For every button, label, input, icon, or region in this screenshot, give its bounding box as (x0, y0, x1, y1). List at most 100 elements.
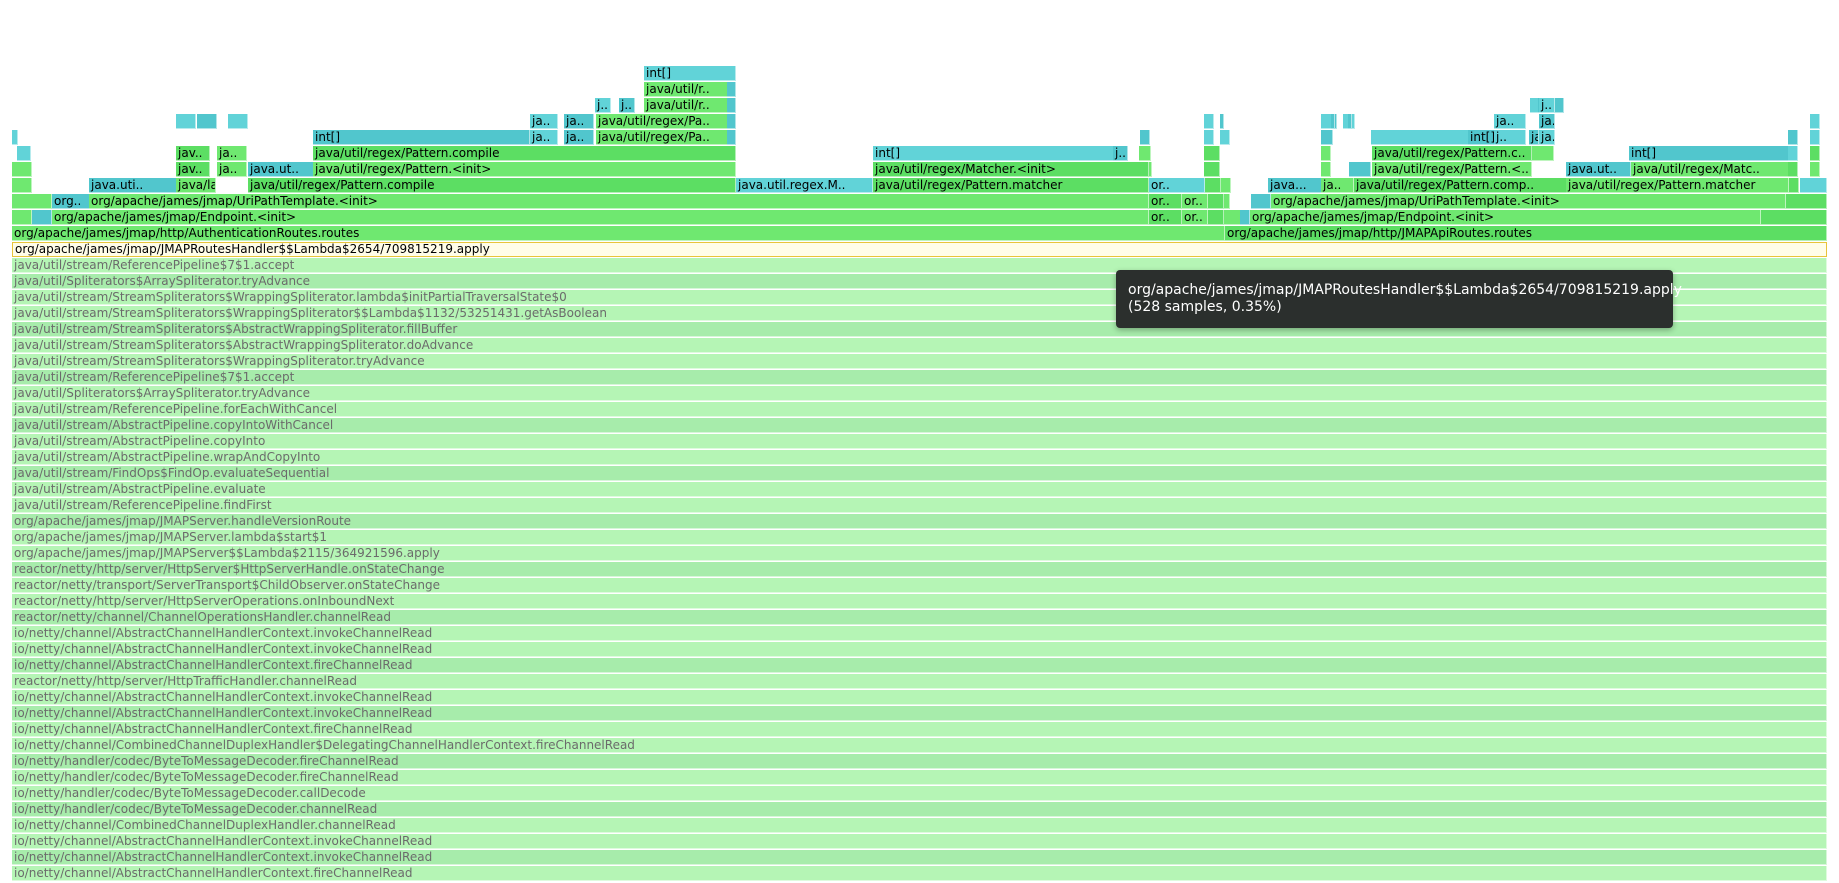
stack-frame-unlabeled[interactable] (1321, 146, 1331, 161)
base-stack-frame[interactable]: java/util/stream/AbstractPipeline.evalua… (12, 482, 1827, 497)
base-stack-frame[interactable]: io/netty/channel/AbstractChannelHandlerC… (12, 706, 1827, 721)
stack-frame-java-lan[interactable]: java/lan.. (176, 178, 216, 193)
base-stack-frame[interactable]: io/netty/handler/codec/ByteToMessageDeco… (12, 786, 1827, 801)
base-stack-frame[interactable]: reactor/netty/http/server/HttpTrafficHan… (12, 674, 1827, 689)
stack-frame-or[interactable]: or.. (1149, 210, 1182, 225)
stack-frame-ja[interactable]: ja.. (217, 146, 247, 161)
base-stack-frame[interactable]: org/apache/james/jmap/JMAPServer$$Lambda… (12, 546, 1827, 561)
stack-frame-org-apache-james-jmap-http-authenticationroutes-routes[interactable]: org/apache/james/jmap/http/Authenticatio… (12, 226, 1225, 241)
stack-frame-unlabeled[interactable] (727, 130, 736, 145)
stack-frame-java-ut[interactable]: java.ut.. (1566, 162, 1631, 177)
stack-frame-unlabeled[interactable] (1139, 146, 1151, 161)
stack-frame-org-apache-james-jmap-uripathtemplate-init[interactable]: org/apache/james/jmap/UriPathTemplate.<i… (89, 194, 1149, 209)
stack-frame-unlabeled[interactable] (197, 114, 217, 129)
base-stack-frame[interactable]: org/apache/james/jmap/JMAPServer.handleV… (12, 514, 1827, 529)
stack-frame-or[interactable]: or.. (1182, 194, 1208, 209)
stack-frame-unlabeled[interactable] (1349, 162, 1371, 177)
stack-frame-org-apache-james-jmap-jmaprouteshandler-lambda-2654-70981521[interactable]: org/apache/james/jmap/JMAPRoutesHandler$… (12, 242, 1827, 257)
stack-frame-unlabeled[interactable] (1321, 162, 1331, 177)
stack-frame-or[interactable]: or.. (1149, 178, 1205, 193)
stack-frame-int[interactable]: int[] (1468, 130, 1496, 145)
stack-frame-java-util-regex-matc[interactable]: java/util/regex/Matc.. (1631, 162, 1789, 177)
stack-frame-unlabeled[interactable] (1224, 194, 1230, 209)
stack-frame-j[interactable]: j.. (595, 98, 611, 113)
base-stack-frame[interactable]: java/util/Spliterators$ArraySpliterator.… (12, 386, 1827, 401)
stack-frame-java-util-regex-pattern-c[interactable]: java/util/regex/Pattern.c.. (1372, 146, 1532, 161)
stack-frame-unlabeled[interactable] (727, 98, 736, 113)
stack-frame-unlabeled[interactable] (32, 210, 52, 225)
stack-frame-java-util-regex-pattern[interactable]: java/util/regex/Pattern.<.. (1372, 162, 1532, 177)
stack-frame-java-util-regex-pattern-init[interactable]: java/util/regex/Pattern.<init> (313, 162, 736, 177)
stack-frame-java-util-regex-m[interactable]: java.util.regex.M.. (736, 178, 873, 193)
base-stack-frame[interactable]: io/netty/channel/AbstractChannelHandlerC… (12, 722, 1827, 737)
stack-frame-unlabeled[interactable] (1761, 210, 1827, 225)
stack-frame-unlabeled[interactable] (1220, 114, 1224, 129)
base-stack-frame[interactable]: io/netty/handler/codec/ByteToMessageDeco… (12, 802, 1827, 817)
stack-frame-java-util-regex-pattern-matcher[interactable]: java/util/regex/Pattern.matcher (1566, 178, 1789, 193)
stack-frame-unlabeled[interactable] (727, 114, 736, 129)
stack-frame-unlabeled[interactable] (1140, 130, 1150, 145)
stack-frame-unlabeled[interactable] (1371, 130, 1479, 145)
stack-frame-unlabeled[interactable] (1149, 162, 1152, 177)
stack-frame-ja[interactable]: ja.. (530, 130, 558, 145)
stack-frame-unlabeled[interactable] (1810, 146, 1820, 161)
stack-frame-unlabeled[interactable] (1348, 114, 1352, 129)
stack-frame-int[interactable]: int[] (313, 130, 530, 145)
base-stack-frame[interactable]: io/netty/channel/AbstractChannelHandlerC… (12, 690, 1827, 705)
base-stack-frame[interactable]: io/netty/handler/codec/ByteToMessageDeco… (12, 770, 1827, 785)
stack-frame-org-apache-james-jmap-endpoint-init[interactable]: org/apache/james/jmap/Endpoint.<init> (1250, 210, 1761, 225)
base-stack-frame[interactable]: java/util/stream/ReferencePipeline.forEa… (12, 402, 1827, 417)
stack-frame-unlabeled[interactable] (1204, 162, 1220, 177)
stack-frame-org-apache-james-jmap-uripathtemplate-init[interactable]: org/apache/james/jmap/UriPathTemplate.<i… (1271, 194, 1786, 209)
stack-frame-unlabeled[interactable] (1220, 130, 1230, 145)
stack-frame-unlabeled[interactable] (1251, 194, 1271, 209)
base-stack-frame[interactable]: reactor/netty/transport/ServerTransport$… (12, 578, 1827, 593)
stack-frame-java-util-regex-pattern-compile[interactable]: java/util/regex/Pattern.compile (313, 146, 736, 161)
base-stack-frame[interactable]: io/netty/channel/CombinedChannelDuplexHa… (12, 738, 1827, 753)
stack-frame-int[interactable]: int[] (644, 66, 736, 81)
stack-frame-unlabeled[interactable] (1240, 210, 1250, 225)
base-stack-frame[interactable]: io/netty/channel/AbstractChannelHandlerC… (12, 866, 1827, 881)
stack-frame-jav[interactable]: jav.. (176, 162, 210, 177)
stack-frame-java-util-regex-matcher-init[interactable]: java/util/regex/Matcher.<init> (873, 162, 1149, 177)
stack-frame-java-util-regex-pattern-matcher[interactable]: java/util/regex/Pattern.matcher (873, 178, 1149, 193)
stack-frame-unlabeled[interactable] (1321, 130, 1333, 145)
base-stack-frame[interactable]: java/util/stream/AbstractPipeline.copyIn… (12, 418, 1827, 433)
stack-frame-unlabeled[interactable] (1788, 146, 1798, 161)
stack-frame-unlabeled[interactable] (1810, 114, 1820, 129)
base-stack-frame[interactable]: io/netty/channel/AbstractChannelHandlerC… (12, 850, 1827, 865)
stack-frame-j[interactable]: j.. (1494, 130, 1526, 145)
stack-frame-unlabeled[interactable] (1789, 178, 1799, 193)
base-stack-frame[interactable]: io/netty/channel/AbstractChannelHandlerC… (12, 658, 1827, 673)
stack-frame-unlabeled[interactable] (1331, 114, 1335, 129)
stack-frame-ja[interactable]: ja.. (1321, 178, 1354, 193)
stack-frame-unlabeled[interactable] (1810, 130, 1820, 145)
stack-frame-unlabeled[interactable] (1205, 178, 1221, 193)
base-stack-frame[interactable]: java/util/stream/StreamSpliterators$Abst… (12, 338, 1827, 353)
stack-frame-java-util-regex-pa[interactable]: java/util/regex/Pa.. (596, 114, 736, 129)
stack-frame-ja[interactable]: ja.. (564, 130, 594, 145)
stack-frame-java-util-r[interactable]: java/util/r.. (644, 82, 736, 97)
base-stack-frame[interactable]: java/util/stream/AbstractPipeline.wrapAn… (12, 450, 1827, 465)
base-stack-frame[interactable]: io/netty/channel/AbstractChannelHandlerC… (12, 834, 1827, 849)
stack-frame-unlabeled[interactable] (1788, 162, 1798, 177)
stack-frame-unlabeled[interactable] (1221, 178, 1231, 193)
base-stack-frame[interactable]: java/util/stream/ReferencePipeline$7$1.a… (12, 370, 1827, 385)
base-stack-frame[interactable]: java/util/stream/AbstractPipeline.copyIn… (12, 434, 1827, 449)
base-stack-frame[interactable]: reactor/netty/http/server/HttpServerOper… (12, 594, 1827, 609)
base-stack-frame[interactable]: io/netty/channel/CombinedChannelDuplexHa… (12, 818, 1827, 833)
stack-frame-int[interactable]: int[] (873, 146, 1115, 161)
stack-frame-jav[interactable]: jav.. (176, 146, 210, 161)
stack-frame-java-ut[interactable]: java.ut.. (248, 162, 314, 177)
stack-frame-j[interactable]: j.. (619, 98, 635, 113)
stack-frame-unlabeled[interactable] (12, 178, 32, 193)
base-stack-frame[interactable]: io/netty/channel/AbstractChannelHandlerC… (12, 642, 1827, 657)
stack-frame-unlabeled[interactable] (1788, 130, 1798, 145)
stack-frame-unlabeled[interactable] (1204, 146, 1220, 161)
stack-frame-int[interactable]: int[] (1629, 146, 1789, 161)
stack-frame-ja[interactable]: ja.. (1539, 114, 1555, 129)
stack-frame-j[interactable]: j.. (1539, 98, 1555, 113)
base-stack-frame[interactable]: io/netty/handler/codec/ByteToMessageDeco… (12, 754, 1827, 769)
stack-frame-unlabeled[interactable] (1208, 194, 1224, 209)
stack-frame-unlabeled[interactable] (727, 82, 736, 97)
